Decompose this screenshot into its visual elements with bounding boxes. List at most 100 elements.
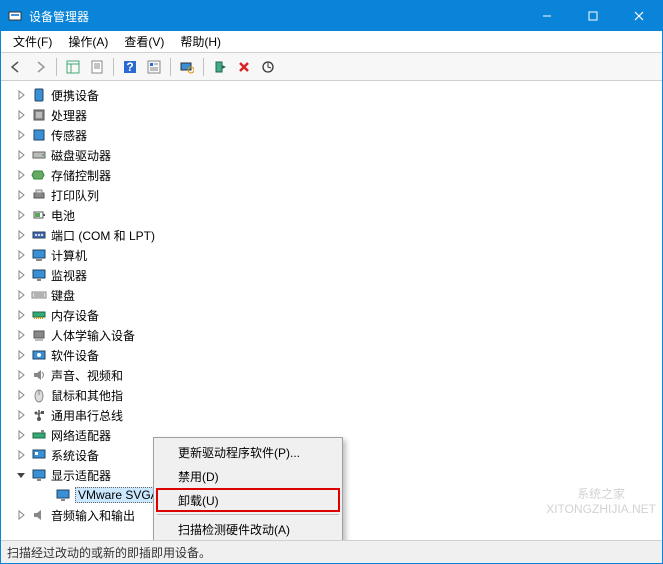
- device-icon: [31, 367, 47, 383]
- device-icon: [31, 467, 47, 483]
- tree-item[interactable]: 内存设备: [15, 305, 662, 325]
- expander-icon[interactable]: [15, 229, 27, 241]
- ctx-disable[interactable]: 禁用(D): [156, 464, 340, 488]
- tree-item[interactable]: 存储控制器: [15, 165, 662, 185]
- expander-icon[interactable]: [15, 189, 27, 201]
- menu-help[interactable]: 帮助(H): [172, 31, 229, 52]
- menubar: 文件(F) 操作(A) 查看(V) 帮助(H): [1, 31, 662, 53]
- device-icon: [31, 167, 47, 183]
- tree-item-label: 音频输入和输出: [51, 507, 135, 524]
- expander-icon[interactable]: [15, 289, 27, 301]
- tree-item-label: 网络适配器: [51, 427, 111, 444]
- tree-item[interactable]: 计算机: [15, 245, 662, 265]
- tree-item[interactable]: 监视器: [15, 265, 662, 285]
- device-icon: [31, 327, 47, 343]
- tree-item-label: 传感器: [51, 127, 87, 144]
- device-icon: [31, 147, 47, 163]
- tree-item[interactable]: 鼠标和其他指: [15, 385, 662, 405]
- tree-item[interactable]: 通用串行总线: [15, 405, 662, 425]
- tree-item-label: 存储控制器: [51, 167, 111, 184]
- tree-item-label: 软件设备: [51, 347, 99, 364]
- expander-icon[interactable]: [15, 329, 27, 341]
- expander-icon[interactable]: [15, 169, 27, 181]
- forward-button[interactable]: [29, 56, 51, 78]
- device-icon: [31, 187, 47, 203]
- device-icon: [31, 307, 47, 323]
- update-driver-button[interactable]: [257, 56, 279, 78]
- expander-icon[interactable]: [15, 409, 27, 421]
- toolbar-separator: [113, 58, 114, 76]
- expander-icon[interactable]: [15, 509, 27, 521]
- expander-icon[interactable]: [15, 149, 27, 161]
- menu-file[interactable]: 文件(F): [5, 31, 60, 52]
- expander-icon[interactable]: [15, 309, 27, 321]
- device-icon: [31, 127, 47, 143]
- ctx-uninstall[interactable]: 卸载(U): [156, 488, 340, 512]
- tree-item-label: 系统设备: [51, 447, 99, 464]
- tree-item-label: 内存设备: [51, 307, 99, 324]
- tree-item[interactable]: 传感器: [15, 125, 662, 145]
- expander-icon[interactable]: [15, 389, 27, 401]
- toolbar-separator: [203, 58, 204, 76]
- device-icon: [31, 387, 47, 403]
- expander-icon[interactable]: [15, 349, 27, 361]
- titlebar[interactable]: 设备管理器: [1, 1, 662, 31]
- toolbar: ?: [1, 53, 662, 81]
- tree-item[interactable]: 磁盘驱动器: [15, 145, 662, 165]
- device-icon: [31, 267, 47, 283]
- device-icon: [31, 407, 47, 423]
- close-button[interactable]: [616, 1, 662, 31]
- expander-icon[interactable]: [15, 129, 27, 141]
- device-icon: [31, 347, 47, 363]
- expander-icon[interactable]: [15, 109, 27, 121]
- tree-item[interactable]: 软件设备: [15, 345, 662, 365]
- device-icon: [31, 247, 47, 263]
- tree-item-label: 打印队列: [51, 187, 99, 204]
- tree-item-label: 键盘: [51, 287, 75, 304]
- uninstall-button[interactable]: [233, 56, 255, 78]
- tree-item[interactable]: 便携设备: [15, 85, 662, 105]
- expander-icon[interactable]: [15, 209, 27, 221]
- menu-action[interactable]: 操作(A): [60, 31, 116, 52]
- help-button[interactable]: ?: [119, 56, 141, 78]
- expander-icon[interactable]: [15, 369, 27, 381]
- tree-item[interactable]: 电池: [15, 205, 662, 225]
- tree-item-label: 通用串行总线: [51, 407, 123, 424]
- tree-item[interactable]: 端口 (COM 和 LPT): [15, 225, 662, 245]
- device-icon: [31, 287, 47, 303]
- scan-hardware-button[interactable]: [176, 56, 198, 78]
- tree-item[interactable]: 打印队列: [15, 185, 662, 205]
- maximize-button[interactable]: [570, 1, 616, 31]
- context-menu: 更新驱动程序软件(P)... 禁用(D) 卸载(U) 扫描检测硬件改动(A) 属…: [153, 437, 343, 541]
- app-icon: [7, 8, 23, 24]
- tree-item[interactable]: 键盘: [15, 285, 662, 305]
- device-icon: [55, 487, 71, 503]
- tree-item[interactable]: 声音、视频和: [15, 365, 662, 385]
- expander-icon[interactable]: [15, 269, 27, 281]
- properties-button[interactable]: [86, 56, 108, 78]
- tree-item-label: 显示适配器: [51, 467, 111, 484]
- tree-item-label: 便携设备: [51, 87, 99, 104]
- expander-icon[interactable]: [15, 449, 27, 461]
- help-topic-button[interactable]: [143, 56, 165, 78]
- ctx-scan-hardware[interactable]: 扫描检测硬件改动(A): [156, 517, 340, 541]
- expander-icon[interactable]: [15, 89, 27, 101]
- device-icon: [31, 207, 47, 223]
- enable-button[interactable]: [209, 56, 231, 78]
- tree-item-label: 监视器: [51, 267, 87, 284]
- tree-item[interactable]: 处理器: [15, 105, 662, 125]
- tree-item-label: 电池: [51, 207, 75, 224]
- expander-icon[interactable]: [15, 429, 27, 441]
- show-hide-tree-button[interactable]: [62, 56, 84, 78]
- tree-item[interactable]: 人体学输入设备: [15, 325, 662, 345]
- ctx-update-driver[interactable]: 更新驱动程序软件(P)...: [156, 440, 340, 464]
- ctx-separator: [157, 514, 339, 515]
- device-icon: [31, 507, 47, 523]
- tree-item-label: 人体学输入设备: [51, 327, 135, 344]
- expander-icon[interactable]: [15, 249, 27, 261]
- back-button[interactable]: [5, 56, 27, 78]
- menu-view[interactable]: 查看(V): [116, 31, 172, 52]
- expander-icon[interactable]: [15, 469, 27, 481]
- status-text: 扫描经过改动的或新的即插即用设备。: [7, 544, 211, 561]
- minimize-button[interactable]: [524, 1, 570, 31]
